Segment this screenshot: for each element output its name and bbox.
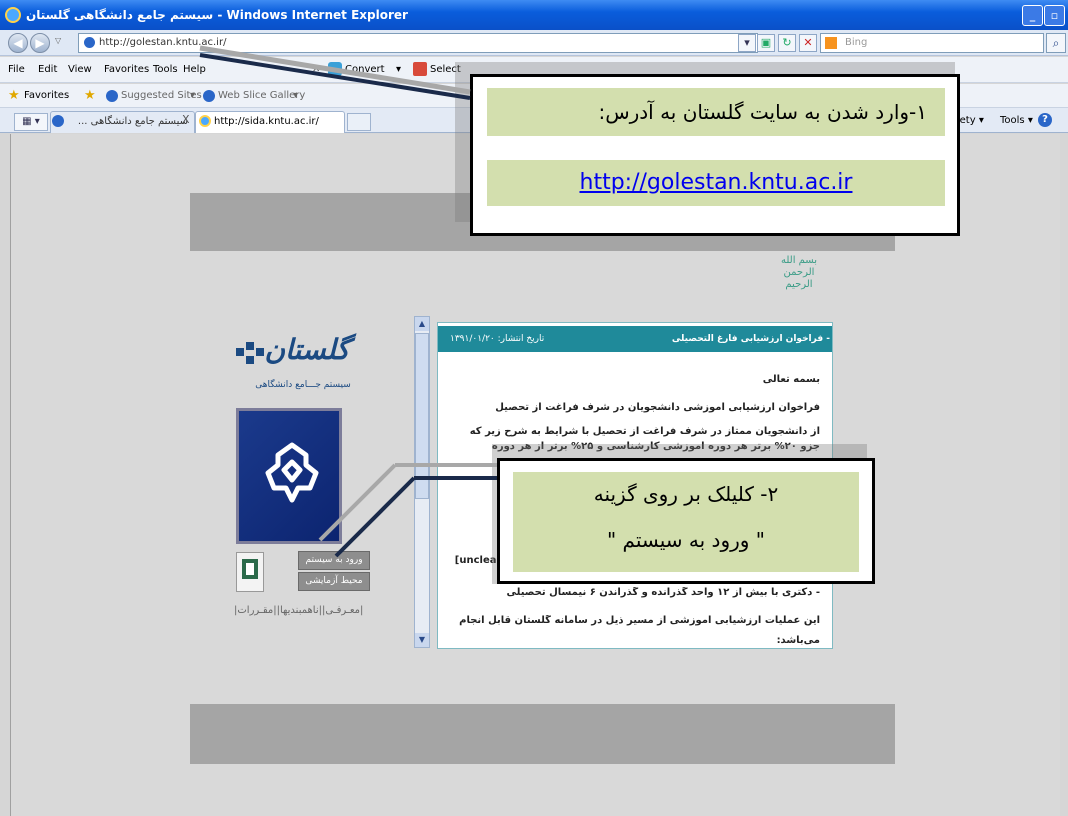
screenshot-root: سیستم جامع دانشگاهی گلستان - Windows Int… <box>0 0 1068 816</box>
callout-1-pointer-shadow <box>199 45 471 95</box>
callout-2-pointer-shadow-b <box>318 463 397 542</box>
callout-2-pointer-b <box>334 476 416 558</box>
callout-pointers <box>199 45 497 558</box>
callout-1-pointer <box>199 53 471 100</box>
